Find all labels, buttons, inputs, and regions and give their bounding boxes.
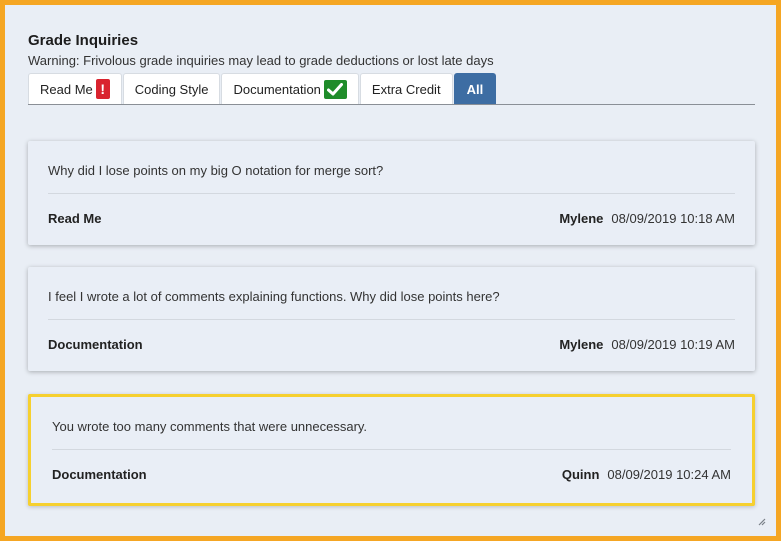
tab-coding-style[interactable]: Coding Style	[122, 73, 221, 104]
tab-extra-credit[interactable]: Extra Credit	[359, 73, 453, 104]
page-title: Grade Inquiries	[28, 32, 139, 49]
inquiry-category: Documentation	[52, 467, 147, 482]
inquiry-meta: Quinn 08/09/2019 10:24 AM	[562, 467, 731, 482]
inquiry-category: Read Me	[48, 211, 102, 226]
inquiry-message: You wrote too many comments that were un…	[52, 419, 368, 434]
tab-bar: Read Me ! Coding Style Documentation Ext…	[28, 73, 755, 105]
inquiry-card-selected[interactable]: You wrote too many comments that were un…	[28, 394, 755, 506]
inquiry-author: Mylene	[559, 337, 604, 352]
tab-label: Extra Credit	[371, 81, 441, 97]
tab-read-me[interactable]: Read Me !	[28, 73, 122, 104]
resize-grip-icon[interactable]	[756, 516, 766, 526]
inquiry-author: Quinn	[561, 467, 600, 482]
inquiry-meta: Mylene 08/09/2019 10:18 AM	[559, 211, 735, 226]
card-divider	[48, 193, 735, 194]
tab-label: All	[466, 81, 484, 97]
inquiry-category: Documentation	[48, 337, 143, 352]
checkmark-icon	[323, 79, 347, 99]
inquiry-timestamp: 08/09/2019 10:18 AM	[611, 211, 735, 226]
inquiry-message: Why did I lose points on my big O notati…	[48, 163, 384, 178]
inquiry-message: I feel I wrote a lot of comments explain…	[48, 289, 500, 304]
inquiry-timestamp: 08/09/2019 10:19 AM	[611, 337, 735, 352]
inquiry-meta: Mylene 08/09/2019 10:19 AM	[559, 337, 735, 352]
inquiry-author: Mylene	[559, 211, 604, 226]
exclamation-icon: !	[95, 79, 110, 99]
card-divider	[48, 319, 735, 320]
card-divider	[52, 449, 731, 450]
grade-inquiries-window: Grade Inquiries Warning: Frivolous grade…	[0, 0, 781, 541]
inquiry-timestamp: 08/09/2019 10:24 AM	[607, 467, 731, 482]
tab-label: Read Me	[40, 81, 93, 97]
tab-label: Documentation	[233, 81, 321, 97]
inquiry-card[interactable]: I feel I wrote a lot of comments explain…	[28, 267, 755, 371]
tab-label: Coding Style	[134, 81, 209, 97]
inquiry-card[interactable]: Why did I lose points on my big O notati…	[28, 141, 755, 245]
tab-all[interactable]: All	[453, 73, 497, 104]
warning-text: Warning: Frivolous grade inquiries may l…	[28, 53, 494, 68]
tab-documentation[interactable]: Documentation	[221, 73, 359, 104]
grade-inquiries-panel: Grade Inquiries Warning: Frivolous grade…	[28, 31, 755, 105]
